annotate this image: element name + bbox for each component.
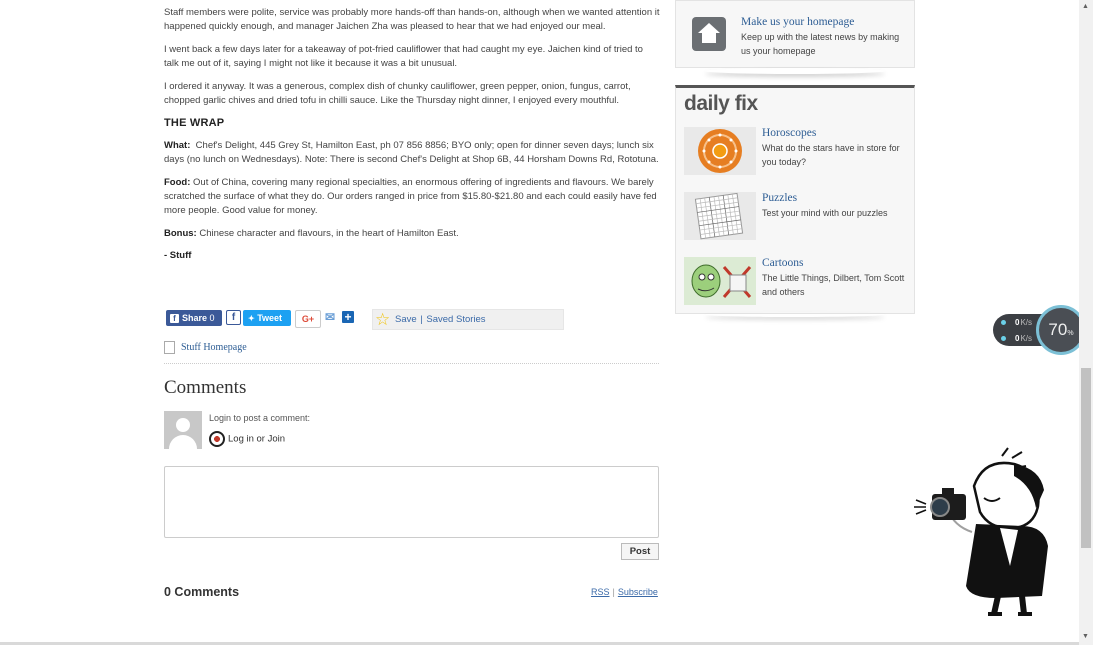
tweet-button[interactable]: ✦ Tweet: [243, 310, 291, 326]
what-label: What:: [164, 139, 191, 151]
facebook-share-count: 0: [209, 313, 215, 323]
puzzle-grid-icon[interactable]: [684, 192, 756, 240]
cartoons-description: The Little Things, Dilbert, Tom Scott an…: [762, 273, 905, 297]
save-separator: |: [420, 314, 423, 325]
feed-separator: |: [612, 587, 615, 597]
twitter-bird-icon: ✦: [248, 314, 255, 323]
download-unit: K/s: [1020, 334, 1033, 343]
save-link[interactable]: Save: [395, 314, 417, 325]
article-body: Staff members were polite, service was p…: [164, 6, 660, 272]
article-paragraph: I ordered it anyway. It was a generous, …: [164, 80, 631, 107]
upload-speed: 0K/s: [1015, 318, 1032, 327]
cartoons-link[interactable]: Cartoons: [762, 257, 804, 269]
subscribe-link[interactable]: Subscribe: [618, 587, 658, 597]
facebook-share-button[interactable]: f Share 0: [166, 310, 222, 326]
food-text: Out of China, covering many regional spe…: [164, 176, 657, 217]
login-link-label: Log in or Join: [228, 433, 286, 445]
promo-shadow: [705, 68, 885, 74]
feed-links: RSS | Subscribe: [591, 587, 658, 597]
daily-fix-panel: daily fix Horoscopes What do the stars h…: [675, 85, 915, 314]
usage-percent: 70: [1048, 320, 1068, 339]
google-plus-button[interactable]: G+: [295, 310, 321, 328]
article-paragraph: I went back a few days later for a takea…: [164, 43, 643, 70]
add-share-icon[interactable]: +: [342, 311, 354, 323]
tweet-label: Tweet: [257, 313, 283, 323]
star-icon[interactable]: ☆: [375, 310, 390, 329]
facebook-share-label: Share: [182, 313, 208, 323]
comment-count-heading: 0 Comments: [164, 585, 240, 599]
divider: [164, 363, 659, 364]
download-speed: 0K/s: [1015, 334, 1032, 343]
bonus-paragraph: Bonus: Chinese character and flavours, i…: [164, 227, 660, 241]
bonus-text: Chinese character and flavours, in the h…: [199, 227, 459, 239]
facebook-icon[interactable]: f: [226, 310, 241, 325]
avatar: [164, 411, 202, 449]
bonus-label: Bonus:: [164, 227, 197, 239]
download-dot-icon: [1001, 336, 1006, 341]
article-paragraph: Staff members were polite, service was p…: [164, 7, 660, 33]
save-story-box: ☆ Save | Saved Stories: [372, 309, 564, 330]
stuff-logo-icon: [209, 431, 225, 447]
horoscopes-link[interactable]: Horoscopes: [762, 127, 816, 139]
login-prompt: Login to post a comment:: [209, 413, 311, 423]
what-text: Chef's Delight, 445 Grey St, Hamilton Ea…: [164, 139, 659, 166]
food-paragraph: Food: Out of China, covering many region…: [164, 176, 660, 219]
wrap-heading: THE WRAP: [164, 117, 225, 130]
upload-value: 0: [1015, 318, 1020, 327]
login-link[interactable]: Log in or Join: [209, 431, 285, 447]
stuff-homepage-link[interactable]: Stuff Homepage: [164, 341, 247, 354]
stuff-homepage-label: Stuff Homepage: [181, 341, 247, 353]
promo-title[interactable]: Make us your homepage: [741, 16, 854, 28]
facebook-f-icon: f: [170, 314, 179, 323]
scroll-up-arrow-icon[interactable]: ▲: [1082, 3, 1089, 10]
home-icon: [692, 17, 726, 51]
page-icon: [164, 341, 175, 354]
email-icon[interactable]: ✉: [325, 310, 338, 326]
byline-text: - Stuff: [164, 250, 192, 262]
download-value: 0: [1015, 334, 1020, 343]
cartoon-thumbnail-icon[interactable]: [684, 257, 756, 305]
photographer-illustration[interactable]: [914, 446, 1056, 616]
scrollbar-thumb[interactable]: [1081, 368, 1091, 548]
vertical-scrollbar[interactable]: ▲ ▼: [1079, 0, 1093, 645]
horoscope-icon[interactable]: [684, 127, 756, 175]
puzzles-link[interactable]: Puzzles: [762, 192, 797, 204]
promo-description: Keep up with the latest news by making u…: [741, 32, 900, 56]
homepage-promo[interactable]: Make us your homepage Keep up with the l…: [675, 0, 915, 68]
share-bar: f Share 0 f ✦ Tweet G+ ✉ + ☆ Save | Saved…: [164, 309, 564, 330]
daily-fix-shadow: [705, 312, 885, 317]
daily-fix-heading: daily fix: [684, 92, 758, 115]
rss-link[interactable]: RSS: [591, 587, 610, 597]
comments-heading: Comments: [164, 377, 247, 398]
what-paragraph: What: Chef's Delight, 445 Grey St, Hamil…: [164, 139, 660, 168]
byline: - Stuff: [164, 249, 660, 263]
comment-textarea[interactable]: [164, 466, 659, 538]
post-button[interactable]: Post: [621, 543, 659, 560]
horoscopes-description: What do the stars have in store for you …: [762, 143, 900, 167]
scroll-down-arrow-icon[interactable]: ▼: [1082, 633, 1089, 640]
saved-stories-link[interactable]: Saved Stories: [426, 314, 485, 325]
upload-dot-icon: [1001, 320, 1006, 325]
usage-percent-sign: %: [1067, 330, 1074, 337]
food-label: Food:: [164, 176, 191, 188]
upload-unit: K/s: [1020, 318, 1033, 327]
puzzles-description: Test your mind with our puzzles: [762, 208, 888, 218]
